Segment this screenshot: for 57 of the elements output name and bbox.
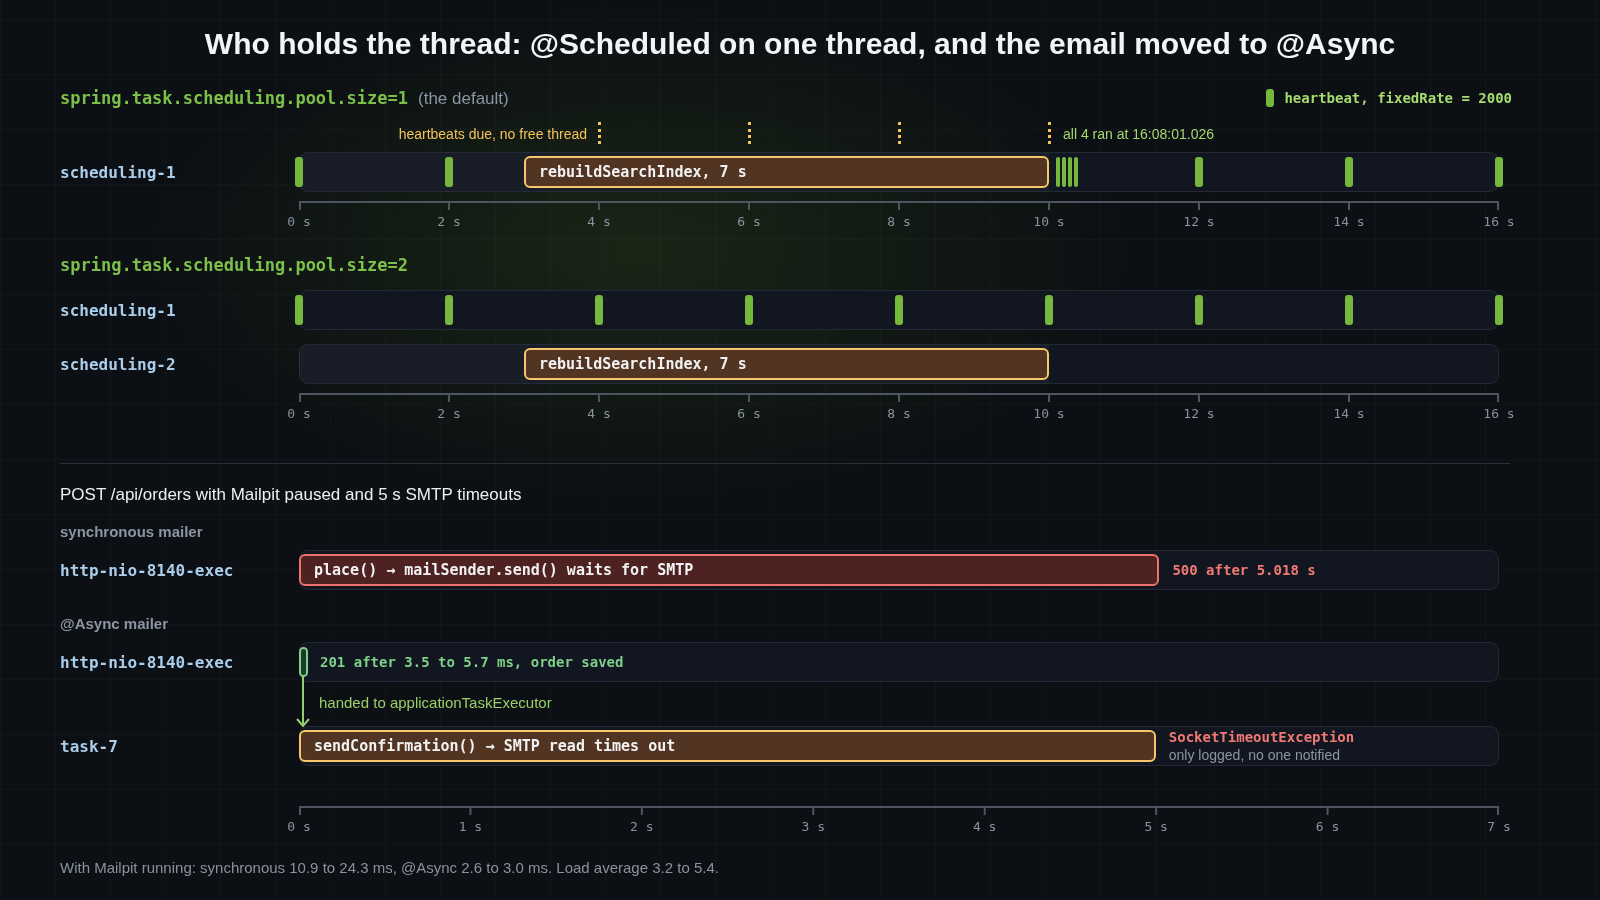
tick-label: 2 s (630, 819, 654, 834)
handoff-label: handed to applicationTaskExecutor (319, 694, 552, 711)
tick-label: 12 s (1183, 406, 1215, 421)
result-detail: only logged, no one notified (1168, 747, 1342, 763)
thread-label: http-nio-8140-exec (60, 560, 235, 580)
tick-label: 8 s (887, 214, 911, 229)
tick-label: 12 s (1183, 214, 1215, 229)
section-heading: POST /api/orders with Mailpit paused and 5 s SMTP timeouts (60, 485, 522, 505)
thread-label: scheduling-1 (60, 162, 177, 182)
task-bar: rebuildSearchIndex, 7 s (524, 156, 1049, 188)
legend-label: heartbeat, fixedRate = 2000 (1284, 90, 1512, 106)
result-label: SocketTimeoutException (1168, 729, 1355, 745)
dashed-marker (1047, 122, 1051, 144)
tick-label: 6 s (1315, 819, 1340, 834)
config-heading: spring.task.scheduling.pool.size=2 (60, 255, 408, 275)
tick-label: 10 s (1033, 214, 1065, 229)
dashed-marker (597, 122, 601, 144)
tick-label: 0 s (287, 819, 311, 834)
response-label: 201 after 3.5 to 5.7 ms, order saved (320, 653, 624, 672)
tick-label: 16 s (1483, 214, 1515, 229)
tick-label: 7 s (1487, 819, 1511, 834)
tick-label: 2 s (437, 406, 461, 421)
tick-label: 4 s (587, 406, 611, 421)
annotation-label: heartbeats due, no free thread (398, 126, 587, 142)
task-bar: place() → mailSender.send() waits for SMTP (299, 554, 1160, 586)
thread-label: task-7 (60, 736, 119, 756)
tick-label: 10 s (1033, 406, 1065, 421)
thread-label: scheduling-2 (60, 354, 177, 374)
dashed-marker (897, 122, 901, 144)
tick-label: 1 s (458, 819, 483, 834)
footer-note: With Mailpit running: synchronous 10.9 to 24.3 ms, @Async 2.6 to 3.0 ms. Load average 3.2 to 5.4. (60, 858, 720, 878)
handoff-arrow (296, 676, 310, 728)
tick-label: 5 s (1144, 819, 1168, 834)
tick-label: 4 s (587, 214, 611, 229)
tick-label: 6 s (737, 406, 761, 421)
dashed-marker (747, 122, 751, 144)
task-bar: rebuildSearchIndex, 7 s (524, 348, 1049, 380)
tick-label: 4 s (972, 819, 997, 834)
tick-label: 14 s (1333, 406, 1365, 421)
page-title: Who holds the thread: @Scheduled on one thread, and the email moved to @Async (203, 26, 1397, 62)
tick-label: 0 s (287, 406, 311, 421)
thread-label: http-nio-8140-exec (60, 652, 235, 672)
tick-label: 14 s (1333, 214, 1365, 229)
group-label: @Async mailer (60, 614, 169, 632)
tick-label: 6 s (737, 214, 761, 229)
tick-label: 2 s (437, 214, 461, 229)
tick-label: 8 s (887, 406, 911, 421)
tick-label: 16 s (1483, 406, 1515, 421)
tick-label: 0 s (287, 214, 311, 229)
result-label: 500 after 5.018 s (1172, 562, 1316, 578)
annotation-label: all 4 ran at 16:08:01.026 (1063, 126, 1214, 142)
config-heading: spring.task.scheduling.pool.size=1 (60, 87, 408, 108)
thread-label: scheduling-1 (60, 300, 177, 320)
tick-label: 3 s (801, 819, 825, 834)
group-label: synchronous mailer (60, 522, 204, 540)
task-bar: sendConfirmation() → SMTP read times out (299, 730, 1156, 762)
heading-note: (the default) (418, 88, 509, 109)
